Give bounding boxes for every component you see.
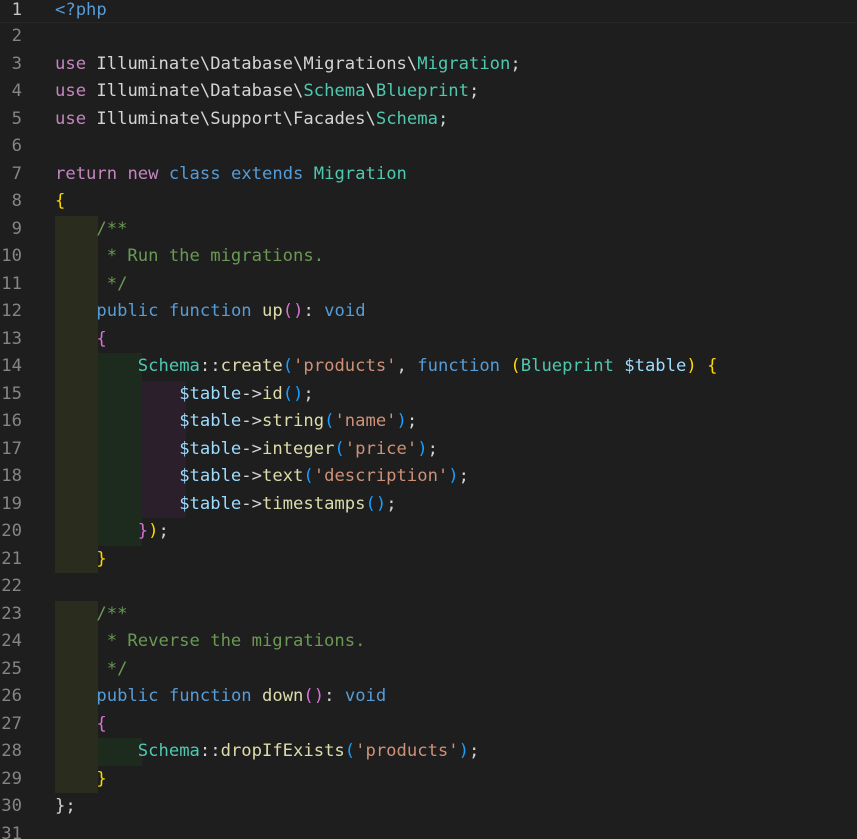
code-text: public function up(): void — [96, 301, 366, 321]
code-line[interactable]: 23 /** — [0, 600, 857, 628]
code-line[interactable]: 31 — [0, 821, 857, 839]
line-number: 15 — [1, 383, 22, 404]
line-number: 11 — [1, 273, 22, 294]
code-text: Schema::create('products', function (Blu… — [137, 356, 718, 376]
line-number: 24 — [1, 631, 22, 651]
code-text: $table->text('description'); — [179, 466, 469, 486]
code-line[interactable]: 1 <?php — [0, 0, 857, 23]
code-line[interactable]: 29 } — [0, 765, 857, 793]
code-line[interactable]: 26 public function down(): void — [0, 683, 857, 711]
code-line[interactable]: 8{ — [0, 188, 857, 216]
line-number: 23 — [1, 603, 22, 624]
code-text: /** — [55, 603, 128, 624]
code-line[interactable]: 9 /** — [0, 215, 857, 243]
code-text: $table->integer('price'); — [179, 438, 438, 459]
line-number: 28 — [1, 741, 22, 761]
code-text: */ — [55, 273, 128, 294]
code-line[interactable]: 6 — [0, 133, 857, 161]
code-line[interactable]: 5 use Illuminate\Support\Facades\Schema; — [0, 106, 857, 134]
code-line[interactable]: 7 return new class extends Migration — [0, 161, 857, 189]
line-number: 20 — [1, 521, 22, 541]
code-text: } — [96, 548, 107, 569]
line-number: 10 — [1, 246, 22, 266]
code-text: { — [96, 328, 107, 349]
code-text: * Reverse the migrations. — [55, 631, 366, 651]
line-number: 17 — [1, 438, 22, 459]
code-line[interactable]: 24 * Reverse the migrations. — [0, 628, 857, 656]
line-number: 31 — [1, 823, 22, 839]
code-line[interactable]: 11 */ — [0, 270, 857, 298]
line-number: 26 — [1, 686, 22, 706]
code-line[interactable]: 14 Schema::create('products', function (… — [0, 353, 857, 381]
code-text: } — [96, 768, 107, 789]
code-text: */ — [55, 658, 128, 679]
line-number: 30 — [1, 796, 22, 816]
code-line[interactable]: 21 } — [0, 545, 857, 573]
line-number: 5 — [11, 108, 22, 129]
code-line[interactable]: 27 { — [0, 710, 857, 738]
code-line[interactable]: 30}; — [0, 793, 857, 821]
line-number: 6 — [11, 136, 22, 156]
code-line[interactable]: 2 — [0, 23, 857, 51]
line-number: 8 — [11, 191, 22, 211]
code-text: { — [55, 191, 66, 211]
line-number: 14 — [1, 356, 22, 376]
code-text: use Illuminate\Database\Migrations\Migra… — [55, 53, 521, 74]
line-number: 29 — [1, 768, 22, 789]
code-line[interactable]: 3 use Illuminate\Database\Migrations\Migr… — [0, 51, 857, 79]
code-text: }); — [137, 521, 169, 541]
code-text: $table->timestamps(); — [179, 493, 397, 514]
code-text: Schema::dropIfExists('products'); — [137, 741, 480, 761]
code-line[interactable]: 25 */ — [0, 655, 857, 683]
line-number: 18 — [1, 466, 22, 486]
code-line[interactable]: 20 }); — [0, 518, 857, 546]
code-line[interactable]: 12 public function up(): void — [0, 298, 857, 326]
code-line[interactable]: 16 $table->string('name'); — [0, 408, 857, 436]
line-number: 21 — [1, 548, 22, 569]
line-number: 27 — [1, 713, 22, 734]
line-number: 25 — [1, 658, 22, 679]
code-line[interactable]: 15 $table->id(); — [0, 380, 857, 408]
code-text: $table->string('name'); — [179, 411, 418, 431]
line-number: 22 — [1, 576, 22, 596]
code-text: public function down(): void — [96, 686, 387, 706]
line-number: 1 — [11, 0, 22, 20]
code-text: <?php — [55, 0, 107, 20]
code-text: * Run the migrations. — [55, 246, 325, 266]
line-number: 9 — [11, 218, 22, 239]
code-text: use Illuminate\Support\Facades\Schema; — [55, 108, 449, 129]
code-text: }; — [55, 796, 76, 816]
code-text: use Illuminate\Database\Schema\Blueprint… — [55, 81, 480, 101]
code-text: /** — [55, 218, 128, 239]
code-line[interactable]: 10 * Run the migrations. — [0, 243, 857, 271]
code-line[interactable]: 28 Schema::dropIfExists('products'); — [0, 738, 857, 766]
line-number: 7 — [11, 163, 22, 184]
code-text: return new class extends Migration — [55, 163, 407, 184]
line-number: 19 — [1, 493, 22, 514]
code-line[interactable]: 19 $table->timestamps(); — [0, 490, 857, 518]
code-line[interactable]: 17 $table->integer('price'); — [0, 435, 857, 463]
code-line[interactable]: 18 $table->text('description'); — [0, 463, 857, 491]
code-line[interactable]: 4 use Illuminate\Database\Schema\Blueprin… — [0, 78, 857, 106]
code-line[interactable]: 13 { — [0, 325, 857, 353]
code-editor[interactable]: 1 <?php 2 3 use Illuminate\Database\Migratio… — [0, 0, 857, 839]
code-text: $table->id(); — [179, 383, 314, 404]
code-text: { — [96, 713, 107, 734]
line-number: 4 — [11, 81, 22, 101]
line-number: 2 — [11, 26, 22, 46]
code-line[interactable]: 22 — [0, 573, 857, 601]
line-number: 13 — [1, 328, 22, 349]
line-number: 12 — [1, 301, 22, 321]
line-number: 16 — [1, 411, 22, 431]
line-number: 3 — [11, 53, 22, 74]
